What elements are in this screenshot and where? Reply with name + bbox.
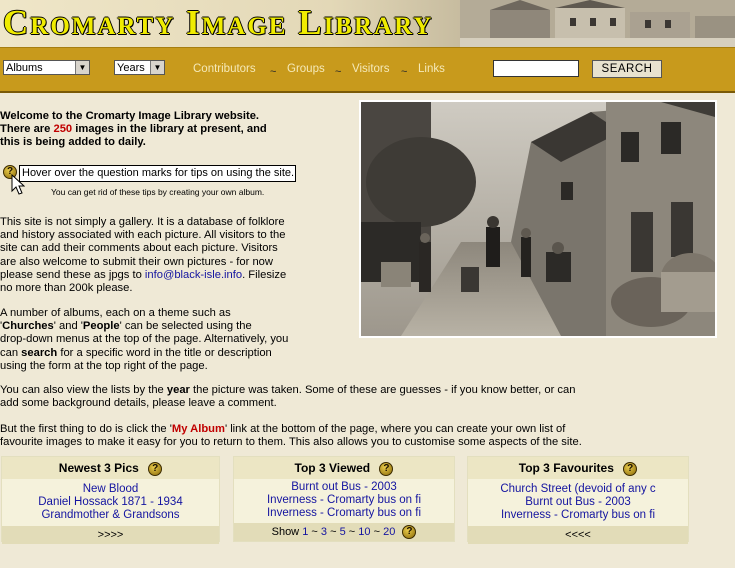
show-label: Show (271, 526, 300, 538)
show-option[interactable]: 20 (383, 526, 395, 538)
panel-title: Top 3 Viewed (294, 461, 371, 475)
years-select-value: Years (117, 62, 145, 74)
help-question-icon[interactable]: ? (379, 461, 394, 476)
albums-select-value: Albums (6, 62, 43, 74)
top-favourites-panel: Top 3 Favourites ? Church Street (devoid… (467, 456, 689, 544)
nav-link-groups[interactable]: Groups (287, 63, 325, 75)
top-viewed-panel: Top 3 Viewed ? Burnt out Bus - 2003 Inve… (233, 456, 455, 542)
list-item[interactable]: Burnt out Bus - 2003 (234, 481, 454, 494)
panel-header: Newest 3 Pics ? (2, 457, 219, 479)
chevron-down-icon: ▼ (75, 61, 89, 74)
site-title[interactable]: Cromarty Image Library (3, 4, 433, 42)
help-question-icon[interactable]: ? (402, 525, 417, 540)
list-item[interactable]: Inverness - Cromarty bus on fi (234, 507, 454, 520)
nav-separator: ~ (335, 66, 342, 78)
churches-term: Churches (2, 320, 54, 333)
year-term: year (166, 384, 190, 396)
help-question-icon[interactable]: ? (148, 461, 163, 476)
show-option[interactable]: 1 (302, 526, 308, 538)
nav-link-visitors[interactable]: Visitors (352, 63, 390, 75)
search-term: search (21, 346, 58, 359)
show-option[interactable]: 3 (321, 526, 327, 538)
list-item[interactable]: Grandmother & Grandsons (2, 509, 219, 522)
nav-separator: ~ (270, 66, 277, 78)
panel-title: Top 3 Favourites (518, 461, 614, 475)
nav-link-links[interactable]: Links (418, 63, 445, 75)
intro-line: this is being added to daily. (0, 136, 146, 149)
list-item[interactable]: New Blood (2, 483, 219, 496)
previous-page-link[interactable]: <<<< (468, 526, 688, 544)
about-paragraph: This site is not simply a gallery. It is… (0, 216, 287, 295)
people-term: People (82, 320, 120, 333)
albums-select[interactable]: Albums ▼ (3, 60, 90, 75)
list-item[interactable]: Daniel Hossack 1871 - 1934 (2, 496, 219, 509)
list-item[interactable]: Inverness - Cromarty bus on fi (468, 509, 688, 522)
search-button[interactable]: SEARCH (592, 60, 662, 78)
list-item[interactable]: Church Street (devoid of any c (468, 483, 688, 496)
albums-paragraph: A number of albums, each on a theme such… (0, 307, 289, 372)
featured-photo[interactable] (359, 100, 717, 338)
my-album-link[interactable]: My Album (172, 423, 225, 435)
list-item[interactable]: Burnt out Bus - 2003 (468, 496, 688, 509)
search-input[interactable] (493, 60, 579, 77)
chevron-down-icon: ▼ (150, 61, 164, 74)
help-question-icon[interactable]: ? (623, 461, 638, 476)
show-count-selector: Show 1 ~ 3 ~ 5 ~ 10 ~ 20 ? (234, 523, 454, 541)
newest-pics-panel: Newest 3 Pics ? New Blood Daniel Hossack… (1, 456, 220, 544)
nav-link-contributors[interactable]: Contributors (193, 63, 256, 75)
nav-separator: ~ (401, 66, 408, 78)
next-page-link[interactable]: >>>> (2, 526, 219, 544)
tooltip-box: Hover over the question marks for tips o… (19, 165, 296, 182)
banner-street-photo (460, 0, 735, 47)
show-option[interactable]: 5 (340, 526, 346, 538)
tip-note: You can get rid of these tips by creatin… (51, 187, 265, 197)
intro-line: There are 250 images in the library at p… (0, 123, 267, 136)
email-link[interactable]: info@black-isle.info (145, 269, 242, 281)
show-option[interactable]: 10 (358, 526, 370, 538)
intro-line: Welcome to the Cromarty Image Library we… (0, 110, 260, 122)
street-scene-image (361, 102, 715, 336)
my-album-paragraph: But the first thing to do is click the '… (0, 423, 582, 449)
intro-text: Welcome to the Cromarty Image Library we… (0, 110, 267, 150)
image-count: 250 (53, 123, 73, 136)
panel-title: Newest 3 Pics (58, 461, 139, 475)
panel-header: Top 3 Favourites ? (468, 457, 688, 479)
site-banner: Cromarty Image Library (0, 0, 735, 47)
year-paragraph: You can also view the lists by the year … (0, 384, 576, 410)
list-item[interactable]: Inverness - Cromarty bus on fi (234, 494, 454, 507)
years-select[interactable]: Years ▼ (114, 60, 165, 75)
panel-header: Top 3 Viewed ? (234, 457, 454, 479)
